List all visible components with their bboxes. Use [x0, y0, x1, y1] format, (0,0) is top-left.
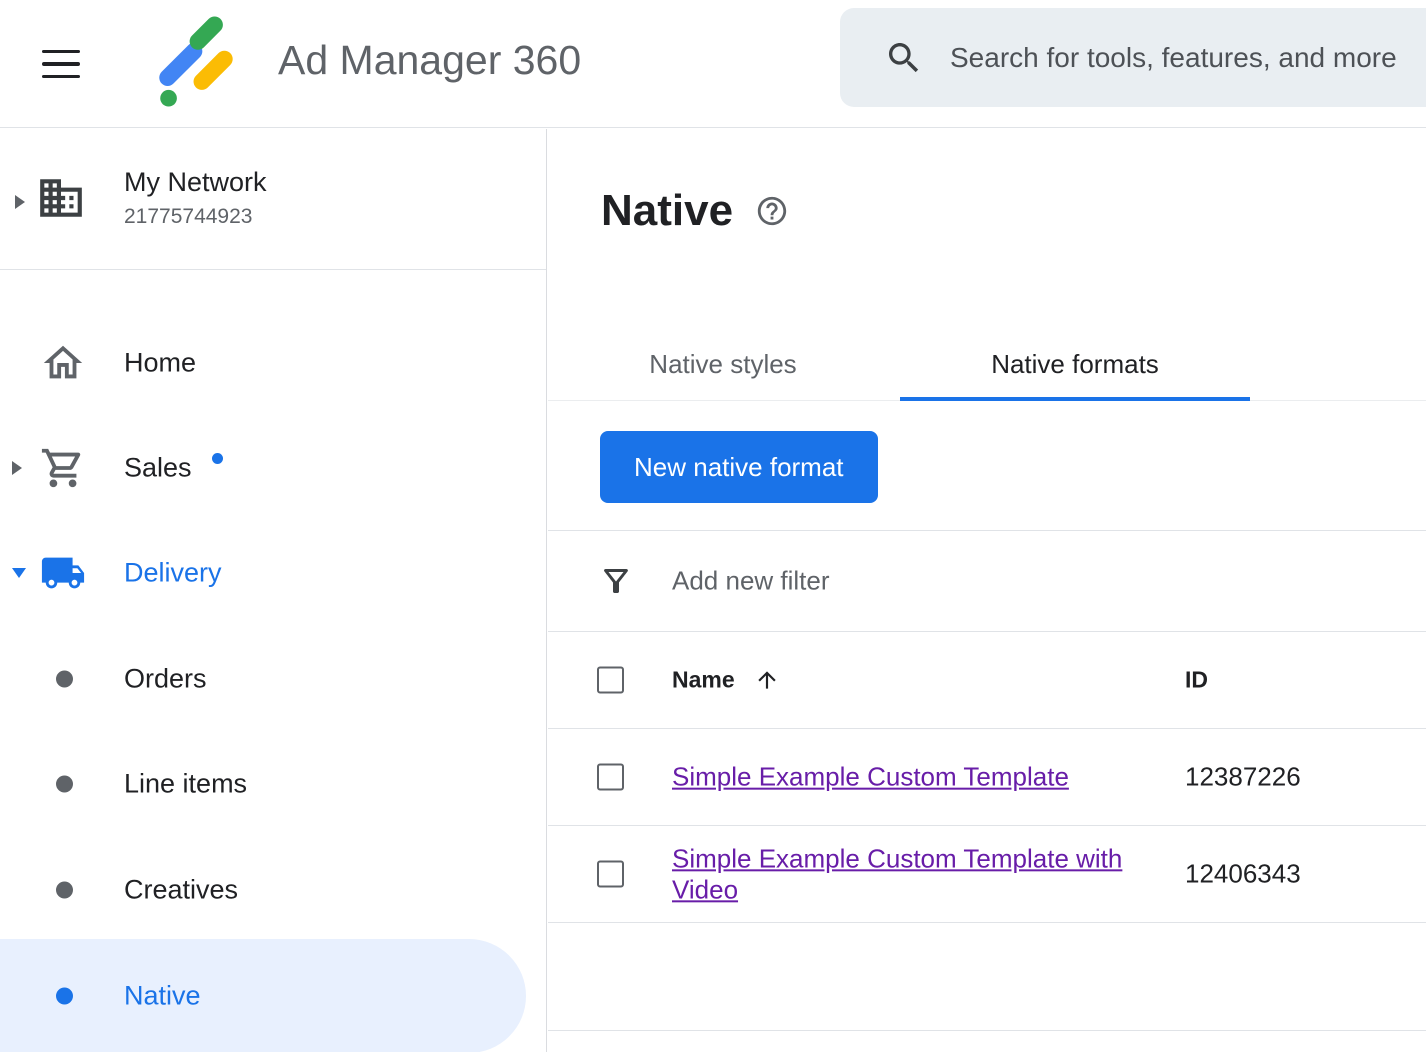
column-header-name[interactable]: Name: [672, 667, 735, 694]
sidebar-item-orders[interactable]: Orders: [0, 626, 546, 732]
sidebar-item-label: Line items: [124, 769, 247, 800]
shopping-cart-icon: [40, 445, 86, 491]
network-id: 21775744923: [124, 205, 252, 229]
network-building-icon: [36, 173, 86, 223]
hamburger-bar: [42, 62, 80, 66]
bullet-icon: [56, 988, 73, 1005]
table-header-row: Name ID: [548, 632, 1426, 729]
sidebar-item-line-items[interactable]: Line items: [0, 731, 546, 837]
network-name: My Network: [124, 167, 267, 198]
tabbar: Native styles Native formats: [548, 328, 1426, 401]
native-format-id: 12406343: [1185, 859, 1301, 890]
hamburger-bar: [42, 50, 80, 54]
native-format-id: 12387226: [1185, 762, 1301, 793]
tab-native-formats[interactable]: Native formats: [900, 328, 1250, 401]
native-format-link[interactable]: Simple Example Custom Template with Vide…: [672, 843, 1150, 904]
add-filter-label: Add new filter: [672, 566, 830, 597]
filter-funnel-icon: [598, 563, 634, 599]
notification-dot: [212, 453, 223, 464]
filter-bar[interactable]: Add new filter: [548, 530, 1426, 632]
app-title: Ad Manager 360: [278, 37, 581, 84]
sidebar-item-home[interactable]: Home: [0, 310, 546, 416]
network-selector[interactable]: My Network 21775744923: [0, 129, 546, 269]
sidebar-item-sales[interactable]: Sales: [0, 415, 546, 521]
ad-manager-logo-icon: [148, 15, 242, 109]
sidebar-item-native[interactable]: Native: [0, 939, 526, 1052]
home-icon: [40, 340, 86, 386]
row-checkbox[interactable]: [597, 764, 624, 791]
native-format-link[interactable]: Simple Example Custom Template: [672, 762, 1069, 793]
page-title: Native: [601, 186, 733, 236]
sidebar-item-label: Orders: [124, 664, 207, 695]
hamburger-bar: [42, 75, 80, 79]
new-native-format-button[interactable]: New native format: [600, 431, 878, 503]
sidebar: My Network 21775744923 Home Sales: [0, 129, 547, 1052]
hamburger-menu-button[interactable]: [42, 44, 82, 84]
sidebar-item-label: Delivery: [124, 558, 222, 589]
ad-manager-app: Ad Manager 360 Search for tools, feature…: [0, 0, 1426, 1052]
table-row: Simple Example Custom Template 12387226: [548, 729, 1426, 826]
sidebar-item-label: Native: [124, 981, 201, 1012]
table-footer-spacer: [548, 923, 1426, 1031]
sidebar-item-delivery[interactable]: Delivery: [0, 520, 546, 626]
sort-ascending-icon[interactable]: [754, 667, 780, 693]
main-content: Native Native styles Native formats New …: [548, 128, 1426, 1052]
bullet-icon: [56, 776, 73, 793]
column-header-id: ID: [1185, 667, 1208, 694]
delivery-truck-icon: [40, 550, 86, 596]
search-icon: [884, 38, 924, 78]
sidebar-item-creatives[interactable]: Creatives: [0, 837, 546, 943]
chevron-down-icon: [10, 566, 28, 580]
page-title-row: Native: [601, 182, 789, 240]
topbar: Ad Manager 360 Search for tools, feature…: [0, 0, 1426, 128]
search-bar[interactable]: Search for tools, features, and more: [840, 8, 1426, 107]
chevron-right-icon: [10, 459, 24, 477]
sidebar-item-label: Home: [124, 348, 196, 379]
select-all-checkbox[interactable]: [597, 667, 624, 694]
table-row: Simple Example Custom Template with Vide…: [548, 826, 1426, 923]
help-icon[interactable]: [755, 194, 789, 228]
sidebar-divider: [0, 269, 546, 270]
sidebar-item-label: Sales: [124, 453, 192, 484]
chevron-right-icon: [13, 193, 27, 211]
sidebar-item-label: Creatives: [124, 875, 238, 906]
row-checkbox[interactable]: [597, 861, 624, 888]
bullet-icon: [56, 882, 73, 899]
bullet-icon: [56, 671, 73, 688]
search-placeholder: Search for tools, features, and more: [950, 42, 1397, 74]
tab-native-styles[interactable]: Native styles: [578, 328, 868, 401]
